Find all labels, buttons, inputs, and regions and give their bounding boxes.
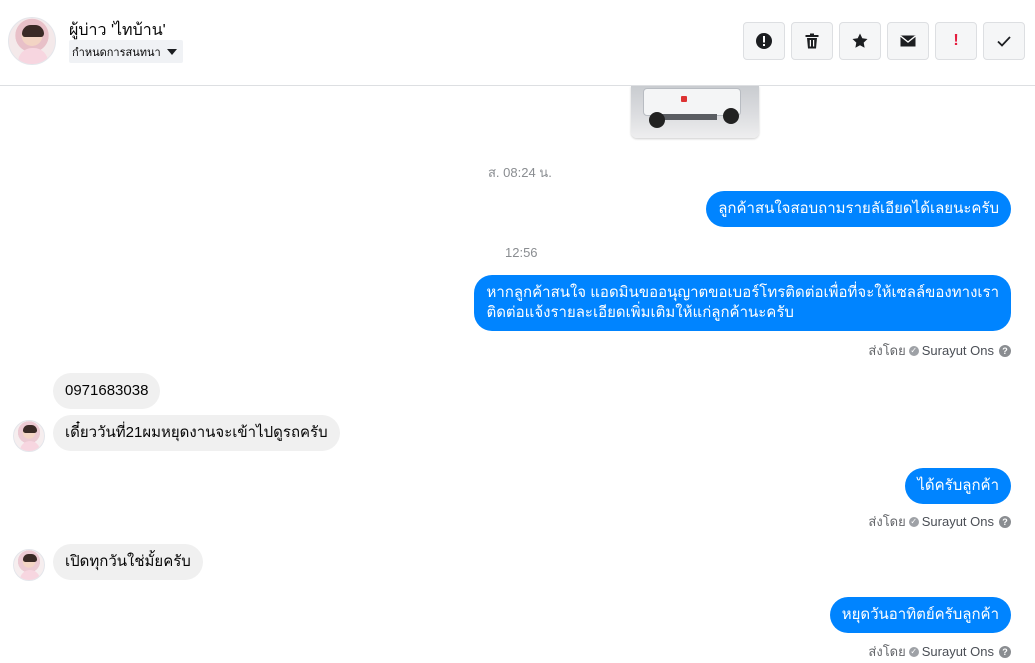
- check-circle-icon: ✓: [908, 345, 919, 356]
- agent-name[interactable]: Surayut Ons: [922, 644, 994, 659]
- conversation-schedule-dropdown[interactable]: กำหนดการสนทนา: [69, 40, 183, 63]
- sent-by-label: ส่งโดย: [868, 343, 906, 358]
- help-icon[interactable]: ?: [999, 515, 1011, 528]
- incoming-message[interactable]: 0971683038: [53, 373, 161, 409]
- outgoing-message[interactable]: หยุดวันอาทิตย์ครับลูกค้า: [829, 597, 1011, 633]
- contact-avatar-small[interactable]: [13, 420, 45, 452]
- agent-name[interactable]: Surayut Ons: [922, 343, 994, 358]
- message-timestamp: ส. 08:24 น.: [488, 165, 552, 180]
- outgoing-message[interactable]: หากลูกค้าสนใจ แอดมินขออนุญาตขอเบอร์โทรติ…: [474, 275, 1011, 331]
- contact-avatar[interactable]: [8, 17, 56, 65]
- sent-by-label: ส่งโดย: [868, 514, 906, 529]
- agent-name[interactable]: Surayut Ons: [922, 514, 994, 529]
- sent-by-info: ส่งโดย ✓ Surayut Ons ?: [868, 340, 1011, 361]
- exclamation-icon: !: [953, 32, 959, 49]
- checkmark-icon: [997, 36, 1011, 47]
- mark-unread-button[interactable]: [887, 22, 929, 60]
- message-timestamp: 12:56: [505, 245, 538, 260]
- sent-by-info: ส่งโดย ✓ Surayut Ons ?: [868, 641, 1011, 662]
- message-line: หากลูกค้าสนใจ แอดมินขออนุญาตขอเบอร์โทรติ…: [486, 284, 999, 301]
- check-circle-icon: ✓: [908, 646, 919, 657]
- caret-down-icon: [166, 48, 177, 55]
- mark-done-button[interactable]: [983, 22, 1025, 60]
- help-icon[interactable]: ?: [999, 344, 1011, 357]
- check-circle-icon: ✓: [908, 516, 919, 527]
- message-line: ติดต่อแจ้งรายละเอียดเพิ่มเติมให้แก่ลูกค้…: [486, 304, 794, 321]
- incoming-message[interactable]: เดี๋ยววันที่21ผมหยุดงานจะเข้าไปดูรถครับ: [53, 415, 340, 451]
- mark-spam-button[interactable]: !: [935, 22, 977, 60]
- report-button[interactable]: [743, 22, 785, 60]
- outgoing-message[interactable]: ได้ครับลูกค้า: [905, 468, 1011, 504]
- report-icon: [756, 33, 772, 49]
- help-icon[interactable]: ?: [999, 645, 1011, 658]
- sent-by-label: ส่งโดย: [868, 644, 906, 659]
- conversation-header: ผู้บ่าว 'ไทบ้าน' กำหนดการสนทนา !: [0, 0, 1035, 86]
- contact-avatar-small[interactable]: [13, 549, 45, 581]
- conversation-schedule-label: กำหนดการสนทนา: [72, 46, 161, 59]
- delete-button[interactable]: [791, 22, 833, 60]
- message-thread[interactable]: ส. 08:24 น. ลูกค้าสนใจสอบถามรายลัเอียดได…: [0, 86, 1035, 663]
- envelope-icon: [900, 35, 916, 47]
- star-icon: [852, 33, 868, 48]
- incoming-message[interactable]: เปิดทุกวันใช่มั้ยครับ: [53, 544, 203, 580]
- shared-photo[interactable]: [631, 86, 759, 138]
- sent-by-info: ส่งโดย ✓ Surayut Ons ?: [868, 511, 1011, 532]
- star-button[interactable]: [839, 22, 881, 60]
- outgoing-message[interactable]: ลูกค้าสนใจสอบถามรายลัเอียดได้เลยนะครับ: [706, 191, 1011, 227]
- trash-icon: [805, 33, 819, 49]
